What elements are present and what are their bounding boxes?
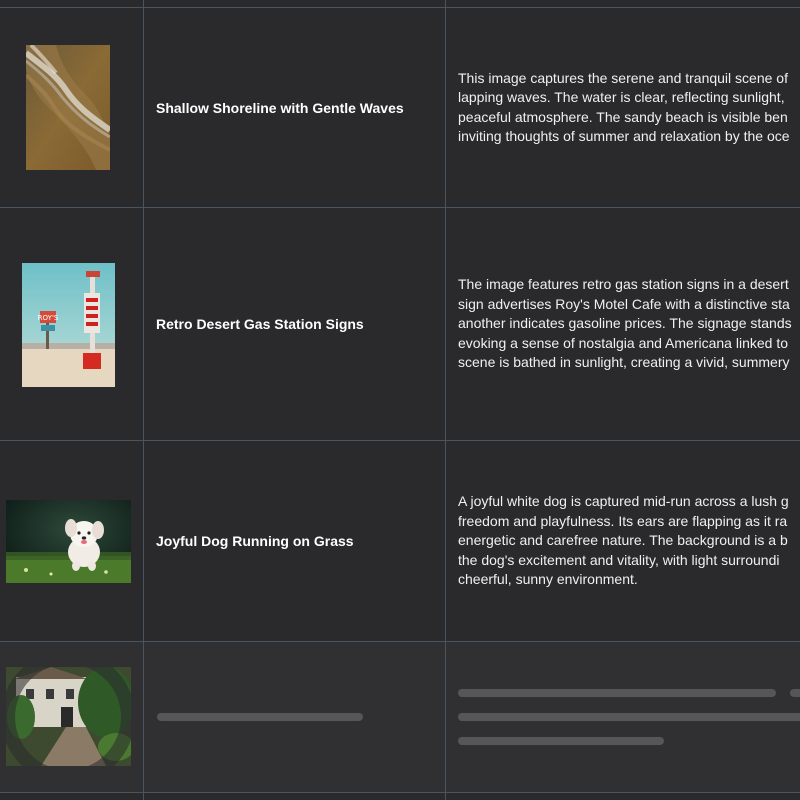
thumbnail-cell: ROY'S bbox=[0, 208, 143, 440]
row-divider bbox=[0, 440, 800, 441]
title-cell: Shallow Shoreline with Gentle Waves bbox=[144, 8, 445, 207]
gas-station-photo[interactable]: ROY'S bbox=[22, 263, 115, 387]
beach-waves-photo[interactable] bbox=[26, 45, 110, 170]
title-cell: Joyful Dog Running on Grass bbox=[144, 441, 445, 641]
house-garden-photo[interactable] bbox=[6, 667, 131, 766]
row-divider bbox=[0, 792, 800, 793]
thumbnail-cell bbox=[0, 8, 143, 207]
image-title: Joyful Dog Running on Grass bbox=[156, 533, 354, 549]
image-title: Retro Desert Gas Station Signs bbox=[156, 316, 364, 332]
svg-text:ROY'S: ROY'S bbox=[38, 314, 59, 322]
image-title: Shallow Shoreline with Gentle Waves bbox=[156, 99, 404, 116]
description-cell: A joyful white dog is captured mid-run a… bbox=[446, 441, 800, 641]
image-description: The image features retro gas station sig… bbox=[458, 276, 792, 371]
table-row[interactable]: Shallow Shoreline with Gentle Waves This… bbox=[0, 8, 800, 207]
table-row[interactable]: ROY'S Retro Desert Gas Station Signs The… bbox=[0, 208, 800, 440]
thumbnail-cell bbox=[0, 642, 143, 792]
column-divider bbox=[143, 0, 144, 800]
thumbnail-cell bbox=[0, 441, 143, 641]
description-cell: The image features retro gas station sig… bbox=[446, 208, 800, 440]
description-cell: This image captures the serene and tranq… bbox=[446, 8, 800, 207]
row-divider bbox=[0, 7, 800, 8]
table-row-loading bbox=[0, 642, 800, 792]
description-skeleton bbox=[790, 689, 800, 697]
description-skeleton bbox=[458, 689, 776, 697]
description-skeleton bbox=[458, 713, 800, 721]
title-cell: Retro Desert Gas Station Signs bbox=[144, 208, 445, 440]
image-results-table: Shallow Shoreline with Gentle Waves This… bbox=[0, 0, 800, 800]
row-divider bbox=[0, 207, 800, 208]
table-row[interactable]: Joyful Dog Running on Grass A joyful whi… bbox=[0, 441, 800, 641]
row-divider bbox=[0, 641, 800, 642]
title-skeleton bbox=[157, 713, 363, 721]
dog-photo[interactable] bbox=[6, 500, 131, 583]
image-description: This image captures the serene and tranq… bbox=[458, 69, 790, 145]
image-description: A joyful white dog is captured mid-run a… bbox=[458, 493, 789, 588]
description-skeleton bbox=[458, 737, 664, 745]
column-divider bbox=[445, 0, 446, 800]
